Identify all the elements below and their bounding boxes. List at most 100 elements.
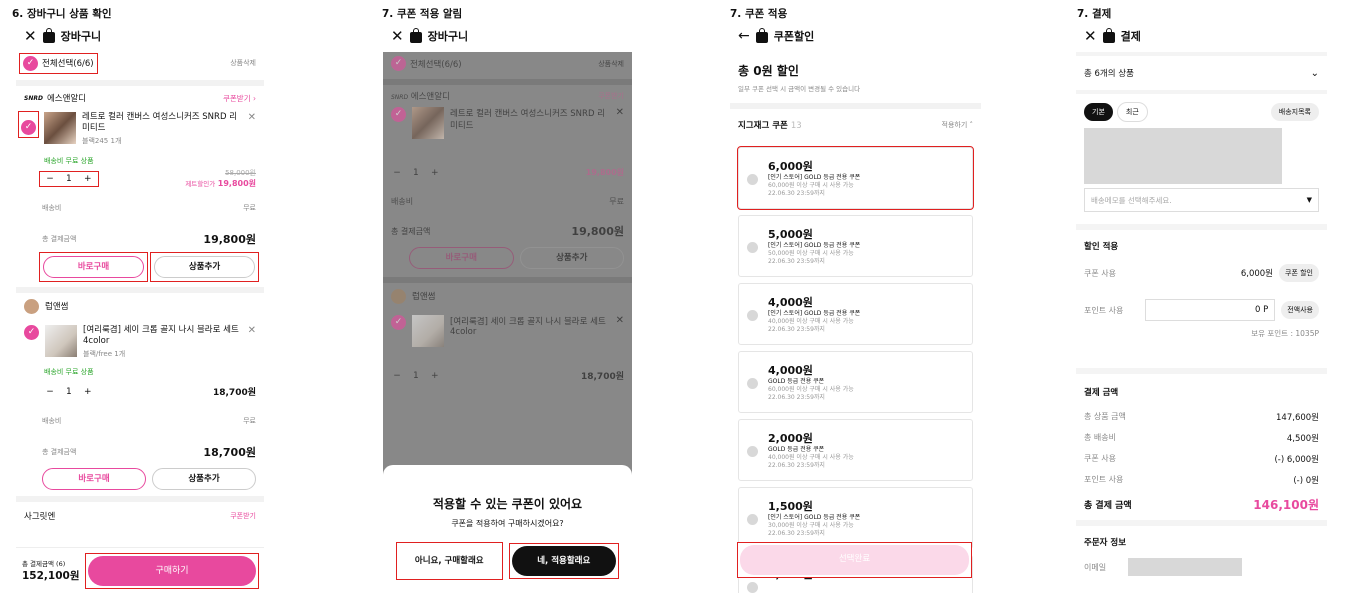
coupon-amount: 4,000원 [768, 364, 813, 377]
select-all-checkbox[interactable]: ✓ 전체선택(6/6) [19, 52, 98, 74]
select-complete-button[interactable]: 선택완료 [737, 542, 972, 578]
point-input[interactable]: 0 P [1145, 299, 1276, 321]
coupon-link[interactable]: 쿠폰받기 › [223, 93, 256, 104]
remove-item-icon[interactable]: ✕ [248, 325, 256, 336]
item-checkbox[interactable]: ✓ [24, 325, 39, 340]
coupon-item[interactable]: 1,500원 [인기 스토어] GOLD 등급 전용 쿠폰 30,000원 이상 구… [738, 487, 973, 549]
discount-title: 할인 적용 [1084, 242, 1119, 252]
product-summary-row[interactable]: 총 6개의 상품 ⌄ [1076, 56, 1327, 90]
coupon-expiry: 22.06.30 23:59까지 [768, 258, 825, 265]
buy-now-button[interactable]: 바로구매 [39, 252, 148, 282]
coupon-expiry: 22.06.30 23:59까지 [768, 190, 825, 197]
quantity-stepper[interactable]: −1 + [39, 170, 99, 187]
available-points: 보유 포인트 : 1035P [1251, 329, 1319, 338]
delete-button[interactable]: 상품삭제 [230, 58, 256, 68]
address-placeholder [1084, 128, 1282, 184]
coupon-amount: 4,000원 [768, 296, 813, 309]
product-thumbnail[interactable] [45, 325, 77, 357]
coupon-item[interactable]: 6,000원 [인기 스토어] GOLD 등급 전용 쿠폰 60,000원 이상 구… [737, 146, 974, 210]
sale-price: 제트할인가 19,800원 [185, 179, 256, 188]
section-title-alert: 7. 쿠폰 적용 알림 [382, 8, 463, 20]
close-icon[interactable]: ✕ [24, 27, 37, 45]
back-arrow-icon[interactable]: ← [738, 28, 750, 44]
buy-now-button[interactable]: 바로구매 [42, 468, 146, 490]
coupon-condition: 40,000원 이상 구매 시 사용 가능 [768, 454, 854, 461]
section-title-coupon: 7. 쿠폰 적용 [730, 8, 788, 20]
coupon-link[interactable]: 쿠폰받기 [230, 511, 256, 521]
checkout-screen: ✕ 결제 총 6개의 상품 ⌄ 기본 최근 배송지목록 배송메모를 선택해주세요.… [1076, 20, 1327, 593]
coupon-item[interactable]: 2,000원 GOLD 등급 전용 쿠폰 40,000원 이상 구매 시 사용 가능… [738, 419, 973, 481]
discount-total: 총 0원 할인 [738, 64, 799, 78]
coupon-item[interactable]: 4,000원 [인기 스토어] GOLD 등급 전용 쿠폰 40,000원 이상 구… [738, 283, 973, 345]
shipping-value: 무료 [243, 204, 256, 212]
use-all-points-button[interactable]: 전액사용 [1281, 301, 1319, 319]
coupon-name: [인기 스토어] GOLD 등급 전용 쿠폰 [768, 174, 861, 181]
decline-button[interactable]: 아니요, 구매할래요 [396, 542, 503, 580]
coupon-alert-modal: 적용할 수 있는 쿠폰이 있어요 쿠폰을 적용하여 구매하시겠어요? 아니요, … [383, 465, 632, 593]
tab-recent[interactable]: 최근 [1116, 102, 1148, 122]
product-thumbnail[interactable] [44, 112, 76, 144]
coupon-title: 쿠폰할인 [773, 30, 815, 43]
coupon-list: 6,000원 [인기 스토어] GOLD 등급 전용 쿠폰 60,000원 이상 구… [730, 146, 981, 593]
coupon-expiry: 22.06.30 23:59까지 [768, 462, 825, 469]
coupon-condition: 60,000원 이상 구매 시 사용 가능 [768, 386, 854, 393]
original-price: 58,000원 [225, 169, 256, 177]
coupon-discount-button[interactable]: 쿠폰 할인 [1279, 264, 1319, 282]
bag-icon [1102, 27, 1115, 43]
close-icon[interactable]: ✕ [1084, 27, 1097, 45]
product-name[interactable]: 레트로 컬러 캔버스 여성스니커즈 SNRD 리미티드 [82, 112, 242, 134]
payment-summary: 결제 금액 총 상품 금액 147,600원 총 배송비 4,500원 쿠폰 사용 (-)… [1076, 374, 1327, 520]
shop-logo: SNRD [24, 94, 43, 102]
product-option: 블랙245 1개 [82, 137, 122, 145]
radio-button[interactable] [747, 174, 758, 185]
cart-title: 장바구니 [427, 30, 469, 43]
section-title-cart: 6. 장바구니 상품 확인 [12, 8, 112, 20]
tab-basic[interactable]: 기본 [1084, 103, 1113, 121]
quantity-stepper[interactable]: −1 + [44, 387, 94, 397]
payment-row: 포인트 사용 (-) 0원 [1084, 475, 1319, 486]
product-option: 블랙/free 1개 [83, 350, 126, 358]
product-name[interactable]: [여리룩겸] 세이 크롭 골지 나시 블라로 세트 4color [83, 325, 242, 347]
grand-total: 152,100원 [22, 570, 80, 582]
radio-button[interactable] [747, 582, 758, 593]
add-item-button[interactable]: 상품추가 [152, 468, 256, 490]
coupon-expiry: 22.06.30 23:59까지 [768, 326, 825, 333]
payment-title: 결제 금액 [1084, 388, 1119, 398]
free-shipping-label: 배송비 무료 상품 [44, 368, 94, 376]
cart-header: ✕ 장바구니 [16, 20, 264, 52]
section-title-payment: 7. 결제 [1077, 8, 1112, 20]
payment-row: 총 배송비 4,500원 [1084, 433, 1319, 444]
coupon-amount: 5,000원 [768, 228, 813, 241]
coupon-name: GOLD 등급 전용 쿠폰 [768, 378, 825, 385]
coupon-name: [인기 스토어] GOLD 등급 전용 쿠폰 [768, 242, 861, 249]
item-checkbox[interactable]: ✓ [18, 111, 39, 138]
radio-button[interactable] [747, 378, 758, 389]
radio-button[interactable] [747, 514, 758, 525]
coupon-item[interactable]: 5,000원 [인기 스토어] GOLD 등급 전용 쿠폰 50,000원 이상 구… [738, 215, 973, 277]
coupon-name: [인기 스토어] GOLD 등급 전용 쿠폰 [768, 310, 861, 317]
chevron-down-icon: ⌄ [1310, 67, 1319, 79]
coupon-expiry: 22.06.30 23:59까지 [768, 530, 825, 537]
free-shipping-label: 배송비 무료 상품 [44, 157, 94, 165]
delivery-memo-select[interactable]: 배송메모를 선택해주세요. ▼ [1084, 188, 1319, 212]
orderer-title: 주문자 정보 [1084, 538, 1127, 548]
radio-button[interactable] [747, 446, 758, 457]
email-field[interactable] [1128, 558, 1243, 576]
address-list-button[interactable]: 배송지목록 [1270, 103, 1319, 121]
coupon-condition: 30,000원 이상 구매 시 사용 가능 [768, 522, 854, 529]
coupon-amount: 2,000원 [768, 432, 813, 445]
radio-button[interactable] [747, 242, 758, 253]
accept-button[interactable]: 네, 적용할래요 [508, 543, 619, 579]
remove-item-icon[interactable]: ✕ [248, 112, 256, 123]
coupon-section-header[interactable]: 지그재그 쿠폰 13 적용하기 ˄ [730, 109, 981, 141]
bag-icon [755, 27, 768, 43]
coupon-item[interactable]: 4,000원 GOLD 등급 전용 쿠폰 60,000원 이상 구매 시 사용 가능… [738, 351, 973, 413]
radio-button[interactable] [747, 310, 758, 321]
close-icon[interactable]: ✕ [391, 27, 404, 45]
orderer-section: 주문자 정보 이메일 [1076, 526, 1327, 593]
modal-subtitle: 쿠폰을 적용하여 구매하시겠어요? [451, 519, 564, 528]
bag-icon [409, 27, 422, 43]
purchase-button[interactable]: 구매하기 [85, 552, 259, 589]
coupon-name: GOLD 등급 전용 쿠폰 [768, 446, 825, 453]
add-item-button[interactable]: 상품추가 [150, 252, 259, 282]
